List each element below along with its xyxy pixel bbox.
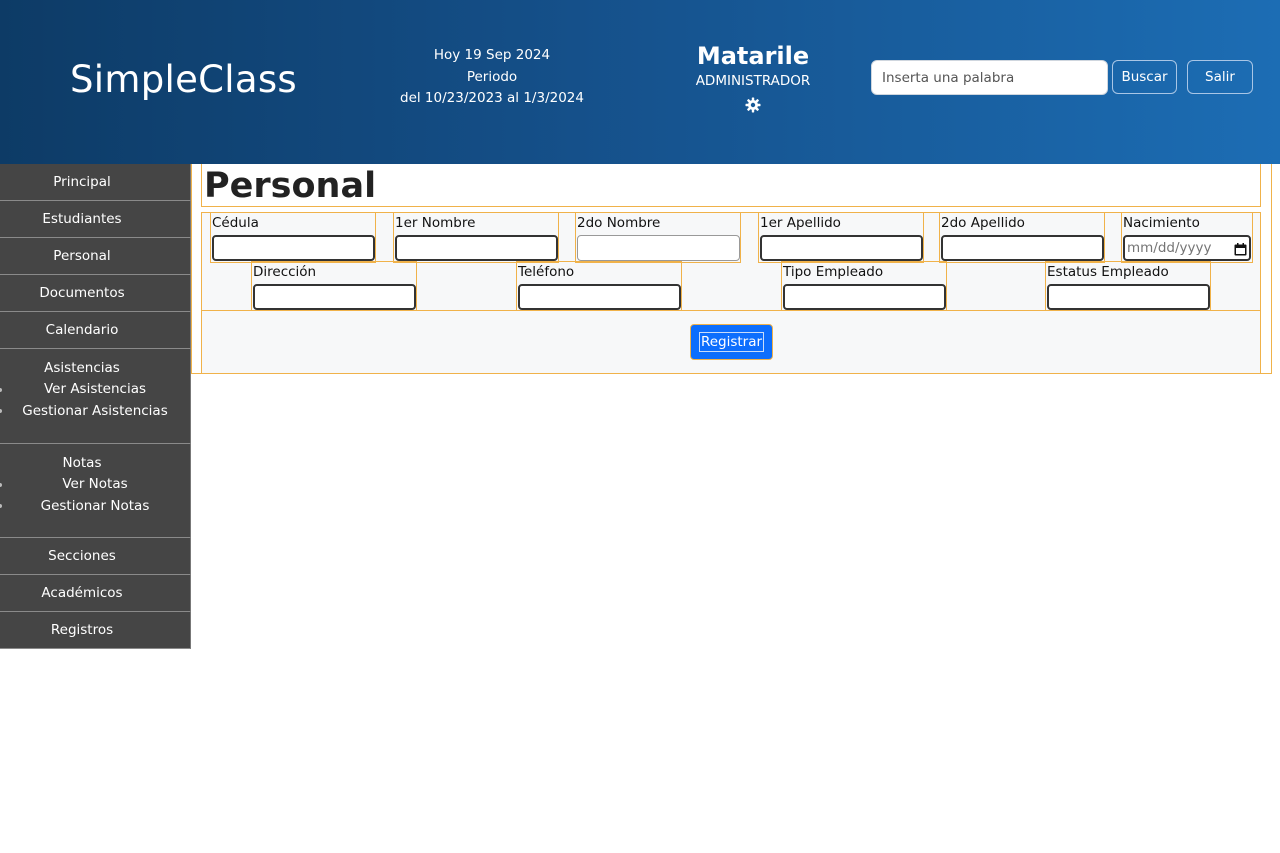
telefono-label: Teléfono: [518, 264, 575, 280]
register-button[interactable]: Registrar: [690, 324, 773, 360]
field-estatus-empleado: Estatus Empleado: [1045, 261, 1211, 311]
sidebar-item-gestionar-notas[interactable]: Gestionar Notas: [0, 495, 190, 517]
sidebar-item-registros[interactable]: Registros: [0, 612, 191, 649]
sidebar-item-calendario[interactable]: Calendario: [0, 312, 191, 349]
field-apellido2: 2do Apellido: [939, 212, 1105, 263]
period-label: Periodo: [466, 68, 518, 85]
apellido1-input[interactable]: [760, 235, 923, 261]
calendar-icon[interactable]: [1234, 241, 1247, 256]
gear-icon[interactable]: [745, 97, 761, 113]
cedula-input[interactable]: [212, 235, 375, 261]
sidebar-item-academicos[interactable]: Académicos: [0, 575, 191, 612]
user-block: Matarile ADMINISTRADOR: [653, 41, 853, 117]
field-direccion: Dirección: [251, 261, 417, 311]
sidebar-nav: Principal Estudiantes Personal Documento…: [0, 164, 191, 649]
apellido2-label: 2do Apellido: [941, 215, 1025, 231]
search-button[interactable]: Buscar: [1112, 60, 1177, 94]
nombre1-input[interactable]: [395, 235, 558, 261]
search-input[interactable]: [871, 60, 1108, 95]
app-brand[interactable]: SimpleClass: [70, 58, 297, 101]
sidebar-group-notas: Notas Ver Notas Gestionar Notas: [0, 444, 191, 538]
field-cedula: Cédula: [210, 212, 376, 263]
field-nombre2: 2do Nombre: [575, 212, 741, 263]
sidebar-item-asistencias[interactable]: Asistencias: [0, 357, 190, 379]
nombre2-input[interactable]: [577, 235, 740, 261]
register-button-label: Registrar: [698, 332, 765, 352]
nacimiento-label: Nacimiento: [1123, 215, 1200, 231]
field-tipo-empleado: Tipo Empleado: [781, 261, 947, 311]
sidebar-item-notas[interactable]: Notas: [0, 452, 190, 474]
field-telefono: Teléfono: [516, 261, 682, 311]
sidebar-item-secciones[interactable]: Secciones: [0, 538, 191, 575]
current-date: Hoy 19 Sep 2024: [433, 47, 551, 63]
user-name: Matarile: [696, 42, 810, 70]
sidebar-group-asistencias: Asistencias Ver Asistencias Gestionar As…: [0, 349, 191, 444]
estatus-empleado-label: Estatus Empleado: [1047, 264, 1169, 280]
title-box: Personal: [201, 164, 1261, 207]
nacimiento-date-input[interactable]: [1123, 235, 1251, 261]
sidebar-item-estudiantes[interactable]: Estudiantes: [0, 201, 191, 238]
sidebar-item-ver-asistencias[interactable]: Ver Asistencias: [0, 379, 190, 400]
field-nacimiento: Nacimiento: [1121, 212, 1253, 263]
sidebar-item-documentos[interactable]: Documentos: [0, 275, 191, 312]
direccion-label: Dirección: [253, 264, 317, 280]
period-range: del 10/23/2023 al 1/3/2024: [400, 90, 584, 106]
apellido1-label: 1er Apellido: [760, 215, 841, 231]
telefono-input[interactable]: [518, 284, 681, 310]
nombre2-label: 2do Nombre: [577, 215, 661, 231]
direccion-input[interactable]: [253, 284, 416, 310]
estatus-empleado-input[interactable]: [1047, 284, 1210, 310]
apellido2-input[interactable]: [941, 235, 1104, 261]
sidebar-item-personal[interactable]: Personal: [0, 238, 191, 275]
page-title: Personal: [204, 166, 377, 206]
nombre1-label: 1er Nombre: [395, 215, 476, 231]
cedula-label: Cédula: [212, 215, 259, 231]
tipo-empleado-input[interactable]: [783, 284, 946, 310]
date-period-block: Hoy 19 Sep 2024 Periodo del 10/23/2023 a…: [392, 45, 592, 110]
sidebar-item-gestionar-asistencias[interactable]: Gestionar Asistencias: [0, 400, 190, 422]
form-divider: [201, 310, 1261, 311]
tipo-empleado-label: Tipo Empleado: [783, 264, 884, 280]
exit-button[interactable]: Salir: [1187, 60, 1253, 94]
sidebar-item-principal[interactable]: Principal: [0, 164, 191, 201]
top-header: SimpleClass Hoy 19 Sep 2024 Periodo del …: [0, 0, 1280, 164]
field-apellido1: 1er Apellido: [758, 212, 924, 263]
user-role: ADMINISTRADOR: [695, 73, 811, 89]
sidebar-item-ver-notas[interactable]: Ver Notas: [0, 474, 190, 495]
field-nombre1: 1er Nombre: [393, 212, 559, 263]
